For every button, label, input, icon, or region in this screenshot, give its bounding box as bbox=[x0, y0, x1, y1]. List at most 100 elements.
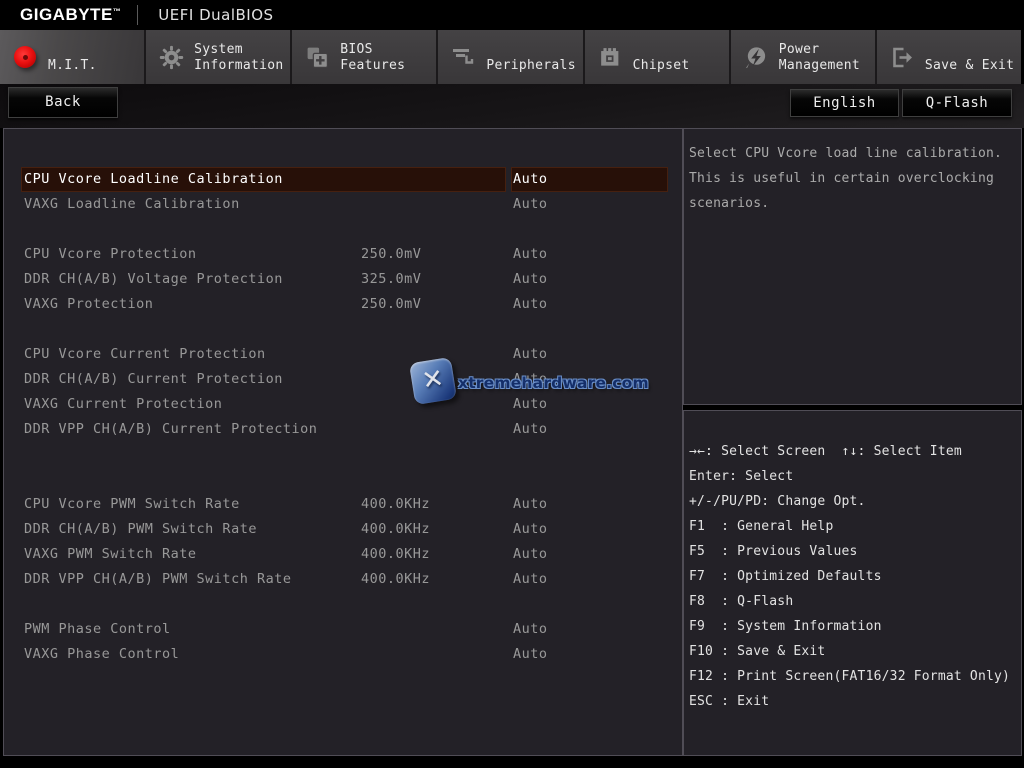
setting-row[interactable]: PWM Phase Control Auto bbox=[4, 617, 682, 642]
toolbar: Back English Q-Flash bbox=[0, 84, 1024, 128]
setting-option-value: Auto bbox=[513, 292, 548, 317]
setting-current-value: 325.0mV bbox=[361, 267, 421, 292]
setting-row[interactable] bbox=[4, 317, 682, 342]
tab-peripherals[interactable]: Peripherals bbox=[438, 30, 584, 84]
setting-label: DDR VPP CH(A/B) PWM Switch Rate bbox=[24, 567, 291, 592]
setting-row[interactable]: VAXG Protection 250.0mV Auto bbox=[4, 292, 682, 317]
back-button[interactable]: Back bbox=[8, 87, 118, 118]
setting-label: VAXG Current Protection bbox=[24, 392, 222, 417]
setting-option-value: Auto bbox=[513, 492, 548, 517]
save-exit-icon bbox=[889, 44, 915, 70]
setting-current-value: 400.0KHz bbox=[361, 542, 430, 567]
setting-option-value: Auto bbox=[513, 342, 548, 367]
setting-row[interactable] bbox=[4, 592, 682, 617]
setting-current-value: 400.0KHz bbox=[361, 492, 430, 517]
setting-row[interactable]: DDR CH(A/B) PWM Switch Rate 400.0KHz Aut… bbox=[4, 517, 682, 542]
setting-row[interactable] bbox=[4, 467, 682, 492]
key-legend-panel: →←: Select Screen ↑↓: Select Item Enter:… bbox=[683, 410, 1022, 756]
tab-label: Chipset bbox=[633, 40, 729, 74]
setting-label: VAXG Phase Control bbox=[24, 642, 179, 667]
key-legend-line: ESC : Exit bbox=[689, 689, 1019, 714]
gigabyte-logo: GIGABYTE™ bbox=[20, 5, 121, 25]
tab-label: Peripherals bbox=[486, 40, 582, 74]
setting-label: DDR CH(A/B) PWM Switch Rate bbox=[24, 517, 257, 542]
help-text-line: Select CPU Vcore load line calibration. bbox=[689, 141, 1017, 166]
key-legend-line: →←: Select Screen ↑↓: Select Item bbox=[689, 439, 1019, 464]
bios-features-icon bbox=[304, 44, 330, 70]
tab-label: Power Management bbox=[779, 40, 875, 74]
setting-current-value: 250.0mV bbox=[361, 292, 421, 317]
setting-row[interactable]: VAXG PWM Switch Rate 400.0KHz Auto bbox=[4, 542, 682, 567]
setting-option-value: Auto bbox=[513, 617, 548, 642]
setting-option-value: Auto bbox=[513, 267, 548, 292]
setting-option-value: Auto bbox=[513, 542, 548, 567]
key-legend-line: F7 : Optimized Defaults bbox=[689, 564, 1019, 589]
setting-label: CPU Vcore Current Protection bbox=[24, 342, 266, 367]
mit-icon bbox=[12, 44, 38, 70]
key-legend-line: F8 : Q-Flash bbox=[689, 589, 1019, 614]
setting-row[interactable]: CPU Vcore PWM Switch Rate 400.0KHz Auto bbox=[4, 492, 682, 517]
setting-option-value: Auto bbox=[513, 642, 548, 667]
setting-row[interactable] bbox=[4, 217, 682, 242]
setting-row[interactable]: CPU Vcore Protection 250.0mV Auto bbox=[4, 242, 682, 267]
help-text-line: This is useful in certain overclocking bbox=[689, 166, 1017, 191]
setting-option-value: Auto bbox=[513, 242, 548, 267]
key-legend-line: F5 : Previous Values bbox=[689, 539, 1019, 564]
key-legend-line: F12 : Print Screen(FAT16/32 Format Only) bbox=[689, 664, 1019, 689]
setting-row[interactable]: VAXG Current Protection Auto bbox=[4, 392, 682, 417]
setting-row[interactable]: DDR VPP CH(A/B) Current Protection Auto bbox=[4, 417, 682, 442]
tab-save-exit[interactable]: Save & Exit bbox=[877, 30, 1021, 84]
setting-row[interactable]: VAXG Loadline Calibration Auto bbox=[4, 192, 682, 217]
tab-bar: M.I.T. System Information bbox=[0, 30, 1021, 84]
key-legend-line: F10 : Save & Exit bbox=[689, 639, 1019, 664]
setting-row[interactable]: CPU Vcore Current Protection Auto bbox=[4, 342, 682, 367]
setting-row[interactable]: CPU Vcore Loadline Calibration Auto bbox=[4, 167, 682, 192]
settings-list: CPU Vcore Loadline Calibration Auto VAXG… bbox=[3, 128, 683, 756]
setting-row[interactable]: DDR CH(A/B) Voltage Protection 325.0mV A… bbox=[4, 267, 682, 292]
tab-bios-features[interactable]: BIOS Features bbox=[292, 30, 438, 84]
chipset-icon bbox=[597, 44, 623, 70]
setting-row[interactable] bbox=[4, 442, 682, 467]
qflash-button[interactable]: Q-Flash bbox=[902, 89, 1012, 117]
tab-power-management[interactable]: Power Management bbox=[731, 30, 877, 84]
setting-option-value: Auto bbox=[513, 417, 548, 442]
setting-option-value: Auto bbox=[513, 567, 548, 592]
tab-label: System Information bbox=[194, 40, 290, 74]
page-title: UEFI DualBIOS bbox=[158, 6, 273, 24]
setting-row[interactable]: DDR VPP CH(A/B) PWM Switch Rate 400.0KHz… bbox=[4, 567, 682, 592]
setting-label: VAXG PWM Switch Rate bbox=[24, 542, 197, 567]
header-divider bbox=[137, 5, 138, 25]
key-legend-line: +/-/PU/PD: Change Opt. bbox=[689, 489, 1019, 514]
help-panel: Select CPU Vcore load line calibration. … bbox=[683, 128, 1022, 405]
setting-option-value: Auto bbox=[513, 392, 548, 417]
tab-mit[interactable]: M.I.T. bbox=[0, 30, 146, 84]
setting-label: CPU Vcore Loadline Calibration bbox=[24, 167, 283, 192]
setting-option-value: Auto bbox=[513, 517, 548, 542]
setting-option-value: Auto bbox=[513, 367, 548, 392]
power-icon bbox=[743, 44, 769, 70]
setting-label: CPU Vcore Protection bbox=[24, 242, 197, 267]
help-text-line: scenarios. bbox=[689, 191, 1017, 216]
setting-option-value: Auto bbox=[513, 167, 548, 192]
setting-label: VAXG Protection bbox=[24, 292, 153, 317]
language-button[interactable]: English bbox=[790, 89, 899, 117]
setting-option-value: Auto bbox=[513, 192, 548, 217]
setting-current-value: 400.0KHz bbox=[361, 567, 430, 592]
setting-row[interactable]: VAXG Phase Control Auto bbox=[4, 642, 682, 667]
key-legend-line: F9 : System Information bbox=[689, 614, 1019, 639]
tab-system-information[interactable]: System Information bbox=[146, 30, 292, 84]
bios-screen: GIGABYTE™ UEFI DualBIOS M.I.T. bbox=[0, 0, 1024, 768]
tab-label: BIOS Features bbox=[340, 40, 436, 74]
setting-label: DDR CH(A/B) Voltage Protection bbox=[24, 267, 283, 292]
setting-current-value: 400.0KHz bbox=[361, 517, 430, 542]
tab-label: Save & Exit bbox=[925, 40, 1021, 74]
peripherals-icon bbox=[450, 44, 476, 70]
setting-label: VAXG Loadline Calibration bbox=[24, 192, 240, 217]
tab-chipset[interactable]: Chipset bbox=[585, 30, 731, 84]
title-bar: GIGABYTE™ UEFI DualBIOS bbox=[0, 0, 1024, 30]
key-legend-line: F1 : General Help bbox=[689, 514, 1019, 539]
setting-label: PWM Phase Control bbox=[24, 617, 171, 642]
setting-row[interactable]: DDR CH(A/B) Current Protection Auto bbox=[4, 367, 682, 392]
tab-label: M.I.T. bbox=[48, 40, 144, 74]
gear-icon bbox=[158, 44, 184, 70]
